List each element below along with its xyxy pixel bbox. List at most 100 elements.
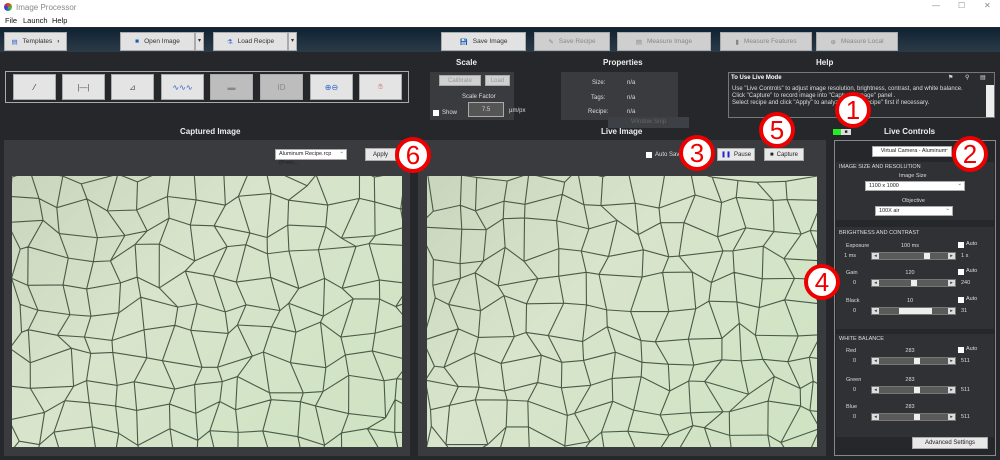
apply-button[interactable]: Apply <box>365 148 396 161</box>
black-slider-thumb[interactable] <box>899 308 933 314</box>
slider-left-arrow-icon[interactable]: ◂ <box>872 358 879 364</box>
black-slider[interactable]: ◂ ▸ <box>871 307 956 315</box>
auto-save-checkbox[interactable] <box>646 152 652 158</box>
red-auto-checkbox[interactable] <box>958 347 964 353</box>
bar-chart-icon: ▮ <box>735 38 739 46</box>
exposure-slider-thumb[interactable] <box>923 253 930 259</box>
calibrate-button[interactable]: Calibrate <box>439 75 481 86</box>
close-button[interactable]: ✕ <box>984 1 991 10</box>
slider-right-arrow-icon[interactable]: ▸ <box>948 387 955 393</box>
captured-micrograph[interactable] <box>12 176 402 447</box>
red-slider-thumb[interactable] <box>914 358 921 364</box>
help-scrollbar[interactable] <box>986 85 994 117</box>
save-recipe-button[interactable]: ✎ Save Recipe <box>534 32 610 51</box>
properties-title: Properties <box>603 58 643 67</box>
green-slider[interactable]: ◂ ▸ <box>871 386 956 394</box>
green-value: 283 <box>905 377 915 383</box>
slider-left-arrow-icon[interactable]: ◂ <box>872 387 879 393</box>
slider-left-arrow-icon[interactable]: ◂ <box>872 308 879 314</box>
live-micrograph[interactable] <box>427 176 817 447</box>
measure-local-button[interactable]: ⊕ Measure Local <box>816 32 898 51</box>
angle-tool[interactable]: ⊿ <box>111 74 154 100</box>
callout-6: 6 <box>395 137 431 173</box>
advanced-settings-button[interactable]: Advanced Settings <box>912 437 988 449</box>
blue-slider[interactable]: ◂ ▸ <box>871 413 956 421</box>
blue-slider-thumb[interactable] <box>914 414 921 420</box>
pan-tool[interactable]: ✋︎ <box>359 74 402 100</box>
zoom-tool[interactable]: ⊕⊖ <box>310 74 353 100</box>
exposure-value: 100 ms <box>900 243 920 249</box>
black-label: Black <box>846 298 860 304</box>
scale-factor-input[interactable]: 7.5 <box>468 102 504 117</box>
gain-auto-checkbox[interactable] <box>958 269 964 275</box>
menu-file[interactable]: File <box>5 16 17 25</box>
menu-launch[interactable]: Launch <box>23 16 48 25</box>
slider-right-arrow-icon[interactable]: ▸ <box>948 308 955 314</box>
measure-features-button[interactable]: ▮ Measure Features <box>720 32 812 51</box>
slider-right-arrow-icon[interactable]: ▸ <box>948 358 955 364</box>
folder-icon: ■ <box>135 38 140 45</box>
clipboard-icon[interactable]: ▤ <box>980 74 986 81</box>
maximize-button[interactable]: ☐ <box>958 1 965 10</box>
profile-tool[interactable]: ∿∿∿ <box>161 74 204 100</box>
pause-button[interactable]: ❚❚ Pause <box>717 148 755 161</box>
load-recipe-dropdown[interactable]: ▾ <box>288 32 297 51</box>
zoom-icon: ⊕⊖ <box>324 82 339 92</box>
open-image-button[interactable]: ■ Open Image <box>120 32 195 51</box>
size-label: Size: <box>592 80 606 86</box>
camera-status-indicator <box>833 129 841 135</box>
slider-left-arrow-icon[interactable]: ◂ <box>872 414 879 420</box>
recipe-value: n/a <box>627 109 636 115</box>
gain-slider-thumb[interactable] <box>911 280 917 286</box>
red-value: 283 <box>905 348 915 354</box>
slider-left-arrow-icon[interactable]: ◂ <box>872 253 879 259</box>
pipette-tool[interactable]: ⁄ <box>13 74 56 100</box>
green-slider-thumb[interactable] <box>914 387 921 393</box>
menu-bar: File Launch Help <box>0 14 1000 27</box>
callout-4: 4 <box>804 264 840 300</box>
templates-button[interactable]: ▤ Templates › <box>4 32 67 51</box>
id-tool[interactable]: ID <box>260 74 303 100</box>
ruler-tool[interactable]: ▬ <box>210 74 253 100</box>
red-max: 511 <box>961 358 970 364</box>
menu-help[interactable]: Help <box>52 16 67 25</box>
capture-button[interactable]: ■ Capture <box>764 148 804 161</box>
black-auto-checkbox[interactable] <box>958 297 964 303</box>
load-scale-button[interactable]: Load <box>485 75 510 86</box>
camera-icon[interactable]: ■ <box>841 129 851 135</box>
gain-max: 240 <box>961 280 971 286</box>
wave-icon: ∿∿∿ <box>172 82 193 92</box>
image-size-select[interactable]: 1100 x 1000 <box>865 180 965 191</box>
pin-icon[interactable]: ⚲ <box>965 74 969 81</box>
black-max: 31 <box>961 308 968 314</box>
captured-image-title: Captured Image <box>180 127 241 136</box>
minimize-button[interactable]: — <box>932 1 940 10</box>
properties-panel <box>561 72 678 120</box>
help-title: Help <box>816 58 834 67</box>
pause-icon: ❚❚ <box>720 152 732 158</box>
exposure-slider[interactable]: ◂ ▸ <box>871 252 956 260</box>
line-measure-tool[interactable]: |—| <box>62 74 105 100</box>
gain-slider[interactable]: ◂ ▸ <box>871 279 956 287</box>
measure-image-button[interactable]: ▤ Measure Image <box>617 32 711 51</box>
slider-right-arrow-icon[interactable]: ▸ <box>948 414 955 420</box>
callout-2: 2 <box>952 136 988 172</box>
template-icon: ▤ <box>11 38 18 46</box>
flag-icon[interactable]: ⚑ <box>948 74 953 81</box>
objective-label: Objective <box>902 198 925 204</box>
save-image-button[interactable]: 💾︎ Save Image <box>441 32 526 51</box>
red-slider[interactable]: ◂ ▸ <box>871 357 956 365</box>
camera-select[interactable]: Virtual Camera - Aluminum <box>872 145 952 157</box>
slider-right-arrow-icon[interactable]: ▸ <box>948 253 955 259</box>
load-recipe-button[interactable]: ⚗ Load Recipe <box>213 32 288 51</box>
black-value: 10 <box>906 298 914 304</box>
open-image-dropdown[interactable]: ▾ <box>195 32 204 51</box>
recipe-select[interactable]: Aluminum Recipe.rcp (Prelo... <box>275 148 347 166</box>
line-measure-icon: |—| <box>77 82 90 92</box>
slider-left-arrow-icon[interactable]: ◂ <box>872 280 879 286</box>
slider-right-arrow-icon[interactable]: ▸ <box>948 280 955 286</box>
objective-select[interactable]: 100X air <box>875 205 953 216</box>
show-scale-checkbox[interactable] <box>433 110 439 116</box>
exposure-auto-checkbox[interactable] <box>958 242 964 248</box>
auto-label: Auto <box>966 268 978 274</box>
